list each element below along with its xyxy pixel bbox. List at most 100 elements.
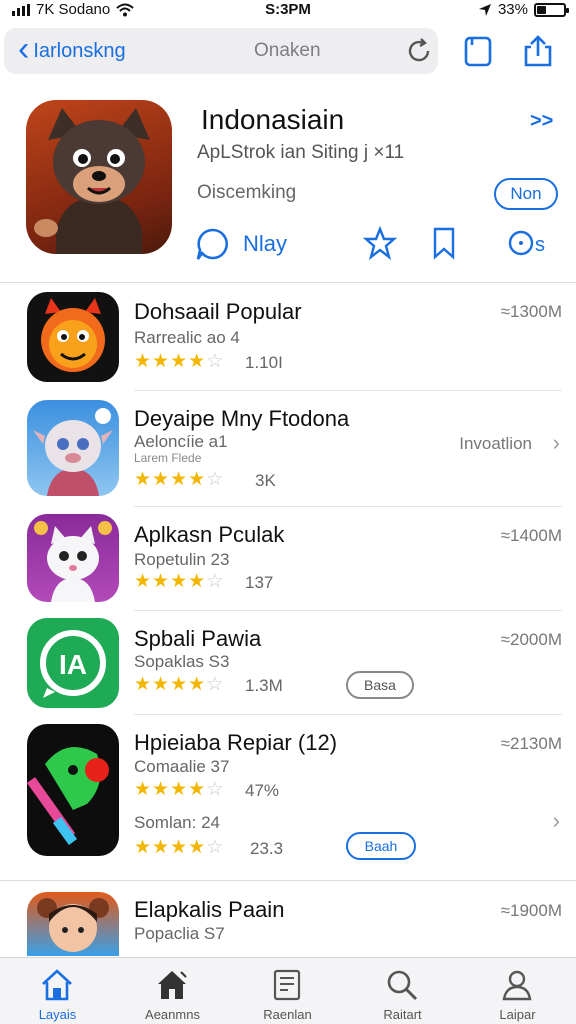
section-divider [0,880,576,881]
document-icon [273,969,301,1001]
star-icon: ★ [134,779,152,800]
more-options-icon[interactable]: s [507,226,555,260]
row-size: ≈1900M [500,901,562,920]
reload-icon[interactable] [404,36,434,66]
star-icon: ★ [170,571,188,592]
star-icon: ★ [188,837,206,858]
app-icon-goat [27,400,119,496]
star-half-icon: ☆ [206,779,224,800]
tab-raitart[interactable]: Raitart [345,958,460,1024]
chevron-left-icon: ‹ [18,30,30,68]
rating-stars: ★ ★ ★ ★ ☆ [134,675,223,695]
search-icon [387,970,418,1001]
rating-count-secondary: 23.3 [250,839,284,858]
tab-label: Laipar [499,1007,536,1022]
row-size: ≈1300M [500,302,562,321]
row-divider [134,610,562,611]
list-item[interactable]: Elapkalis Paain ≈1900M Popaclia S7 [0,892,576,956]
row-subtitle-secondary: Larem Flede [134,451,202,465]
back-button[interactable]: ‹ Iarlonskng [18,32,126,70]
row-title: Dohsaail Popular [134,299,302,324]
kid-character-icon [37,898,109,952]
tab-laipar[interactable]: Laipar [460,958,575,1024]
bookmark-page-icon[interactable] [461,34,495,68]
rating-stars: ★ ★ ★ ★ ☆ [134,780,223,800]
get-button[interactable]: Baah [346,832,416,860]
tab-label: Aeanmns [145,1007,200,1022]
row-title-text: Hpieiaba Repiar [134,730,292,755]
get-button[interactable]: Basa [346,671,414,699]
star-half-icon: ☆ [206,571,224,592]
location-arrow-icon [478,3,491,16]
star-icon: ★ [188,469,206,490]
row-status: Invoatlion [459,434,532,453]
devil-emoji-icon [41,298,105,372]
home-icon [42,969,72,1001]
app-icon-map [27,724,119,856]
row-title: Deyaipe Mny Ftodona [134,406,350,431]
tab-aeanmns[interactable]: Aeanmns [115,958,230,1024]
star-icon: ★ [188,571,206,592]
list-item[interactable]: Deyaipe Mny Ftodona Aeloncíie a1 Larem F… [0,400,576,500]
app-icon[interactable] [26,100,172,254]
star-half-icon: ☆ [206,837,224,858]
app-header: Indonasiain >> ApLStrok ian Siting j ×11… [0,100,576,280]
chat-app-icon: IA [40,630,106,698]
app-actions: Nlay s [195,226,565,266]
row-subtitle: Comaalie 37 [134,757,230,776]
list-item[interactable]: Dohsaail Popular ≈1300M Rarrealic ao 4 ★… [0,292,576,390]
list-item[interactable]: IA Spbali Pawia ≈2000M Sopaklas S3 ★ ★ ★ ★ ☆… [0,618,576,710]
app-meta: Oiscemking [197,182,297,203]
row-divider [134,714,562,715]
row-subtitle: Rarrealic ao 4 [134,328,240,347]
rating-stars: ★ ★ ★ ★ ☆ [134,352,223,372]
row-size: ≈1400M [500,526,562,545]
star-icon: ★ [134,837,152,858]
star-half-icon: ☆ [206,674,224,695]
status-right: 33% [478,1,569,18]
chevron-right-icon[interactable]: › [553,808,560,834]
cat-character-icon [34,521,112,602]
chat-bubble-icon [196,228,229,260]
tab-layais[interactable]: Layais [0,958,115,1024]
person-icon [502,970,532,1001]
share-icon[interactable] [521,34,555,68]
status-bar: 7K Sodano S:3PM 33% [0,0,576,22]
rating-stars: ★ ★ ★ ★ ☆ [134,470,223,490]
star-icon: ★ [134,351,152,372]
star-icon: ★ [134,571,152,592]
play-button[interactable]: Nlay [195,226,287,262]
app-icon-kid [27,892,119,956]
more-chevron[interactable]: >> [530,110,553,133]
battery-level [537,5,546,14]
bookmark-icon[interactable] [427,226,461,260]
back-label: Iarlonskng [33,39,126,62]
chevron-right-icon[interactable]: › [553,430,560,456]
star-empty-icon: ☆ [206,351,224,372]
row-divider [134,390,562,391]
map-pin-app-icon [27,746,109,845]
star-icon: ★ [170,779,188,800]
tab-label: Layais [38,1007,77,1022]
row-size: ≈2130M [500,734,562,753]
row-subtitle: Ropetulin 23 [134,550,230,569]
address-bar[interactable]: ‹ Iarlonskng Onaken [4,28,438,74]
row-subtitle-secondary: Somlan: 24 [134,813,220,832]
house-alt-icon [158,971,187,999]
row-title: Aplkasn Pculak [134,522,285,547]
star-icon: ★ [152,779,170,800]
app-title: Indonasiain [201,104,345,135]
list-item[interactable]: Hpieiaba Repiar (12) ≈2130M Comaalie 37 … [0,722,576,872]
rating-count: 1.10I [245,353,283,372]
app-icon-cat [27,514,119,602]
row-divider [134,506,562,507]
tab-raenlan[interactable]: Raenlan [230,958,345,1024]
star-icon: ★ [152,571,170,592]
star-icon: ★ [152,469,170,490]
star-outline-icon[interactable] [363,226,397,260]
tab-label: Raenlan [263,1007,312,1022]
list-item[interactable]: Aplkasn Pculak ≈1400M Ropetulin 23 ★ ★ ★ ★ ☆… [0,514,576,606]
row-title: Elapkalis Paain [134,897,285,922]
open-button[interactable]: Non [494,178,558,210]
row-subtitle: Popaclia S7 [134,924,225,943]
